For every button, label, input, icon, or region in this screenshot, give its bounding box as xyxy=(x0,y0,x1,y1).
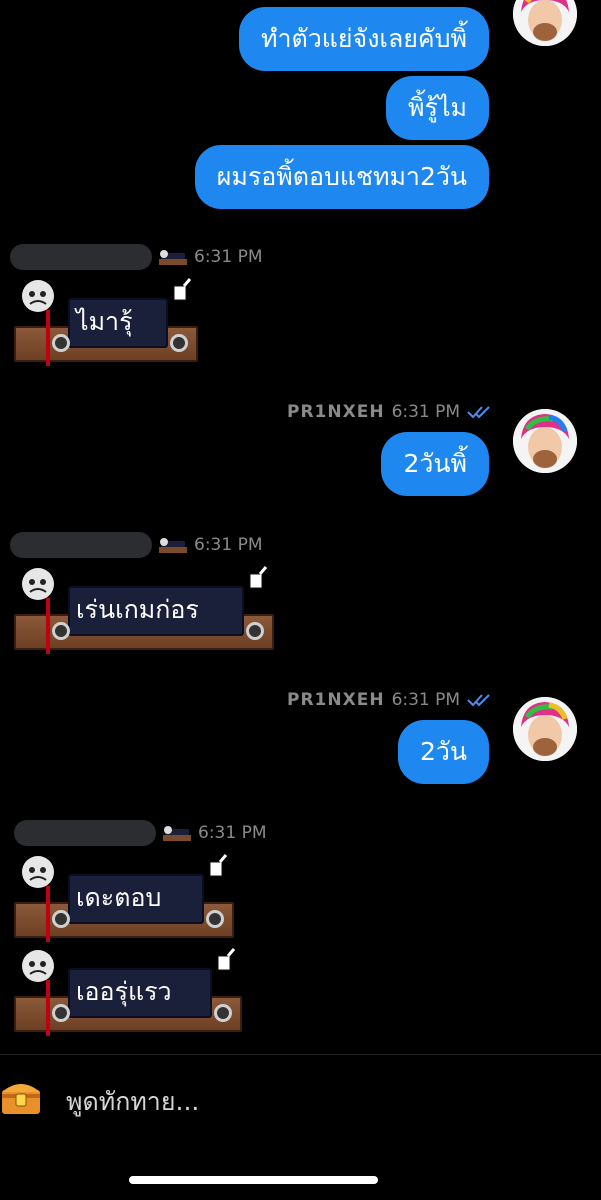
sticker-message[interactable]: เร่นเกมก่อร xyxy=(14,564,276,654)
coffin-handle-icon xyxy=(52,1004,70,1022)
message-time: 6:31 PM xyxy=(391,402,461,422)
message-time: 6:31 PM xyxy=(198,823,267,843)
composer-divider xyxy=(0,1054,601,1055)
message-bubble[interactable]: พิ้รู้ไม xyxy=(386,76,489,140)
treasure-chest-icon[interactable] xyxy=(0,1076,42,1118)
message-meta: 6:31 PM xyxy=(10,532,263,558)
blood-drip-icon xyxy=(46,598,50,654)
face-icon xyxy=(22,568,54,600)
message-time: 6:31 PM xyxy=(194,247,263,267)
message-time: 6:31 PM xyxy=(194,535,263,555)
hand-icon xyxy=(217,948,236,971)
sticker-thumbnail-icon xyxy=(159,535,187,555)
sticker-message[interactable]: เออรุ่แรว xyxy=(14,946,244,1036)
message-input[interactable]: พูดทักทาย... xyxy=(66,1082,199,1122)
blood-drip-icon xyxy=(46,310,50,366)
avatar[interactable] xyxy=(513,0,577,46)
avatar[interactable] xyxy=(513,697,577,761)
coffin-handle-icon xyxy=(52,334,70,352)
read-receipt-icon xyxy=(467,694,490,707)
coffin-handle-icon xyxy=(52,910,70,928)
blood-drip-icon xyxy=(46,886,50,942)
face-icon xyxy=(22,280,54,312)
message-bubble[interactable]: ผมรอพิ้ตอบแชทมา2วัน xyxy=(194,145,489,209)
hand-icon xyxy=(249,566,268,589)
sticker-text: ไมารุ้ xyxy=(76,307,133,336)
coffin-handle-icon xyxy=(52,622,70,640)
message-bubble[interactable]: 2วัน xyxy=(397,720,489,784)
face-icon xyxy=(22,856,54,888)
coffin-handle-icon xyxy=(170,334,188,352)
sticker-message[interactable]: เดะตอบ xyxy=(14,852,236,942)
sticker-text: เดะตอบ xyxy=(76,883,162,912)
sticker-thumbnail-icon xyxy=(159,247,187,267)
message-time: 6:31 PM xyxy=(391,690,461,710)
avatar[interactable] xyxy=(513,409,577,473)
sender-name: PR1NXEH xyxy=(287,402,385,422)
home-indicator[interactable] xyxy=(129,1176,378,1184)
message-bubble[interactable]: 2วันพิ้ xyxy=(381,432,489,496)
sticker-text: เออรุ่แรว xyxy=(76,977,172,1006)
message-meta: PR1NXEH 6:31 PM xyxy=(287,690,493,710)
sender-name: PR1NXEH xyxy=(287,690,385,710)
sticker-message[interactable]: ไมารุ้ xyxy=(14,276,200,366)
face-icon xyxy=(22,950,54,982)
message-meta: 6:31 PM xyxy=(14,820,267,846)
sticker-thumbnail-icon xyxy=(163,823,191,843)
message-meta: PR1NXEH 6:31 PM xyxy=(287,402,493,422)
coffin-handle-icon xyxy=(246,622,264,640)
read-receipt-icon xyxy=(467,406,490,419)
hand-icon xyxy=(173,278,192,301)
coffin-handle-icon xyxy=(214,1004,232,1022)
blood-drip-icon xyxy=(46,980,50,1036)
sticker-text: เร่นเกมก่อร xyxy=(76,595,199,624)
message-bubble[interactable]: ทำตัวแย่จังเลยคับพิ้ xyxy=(239,7,489,71)
coffin-handle-icon xyxy=(206,910,224,928)
sender-name-redacted xyxy=(14,820,156,846)
hand-icon xyxy=(209,854,228,877)
sender-name-redacted xyxy=(10,532,152,558)
message-meta: 6:31 PM xyxy=(10,244,263,270)
sender-name-redacted xyxy=(10,244,152,270)
